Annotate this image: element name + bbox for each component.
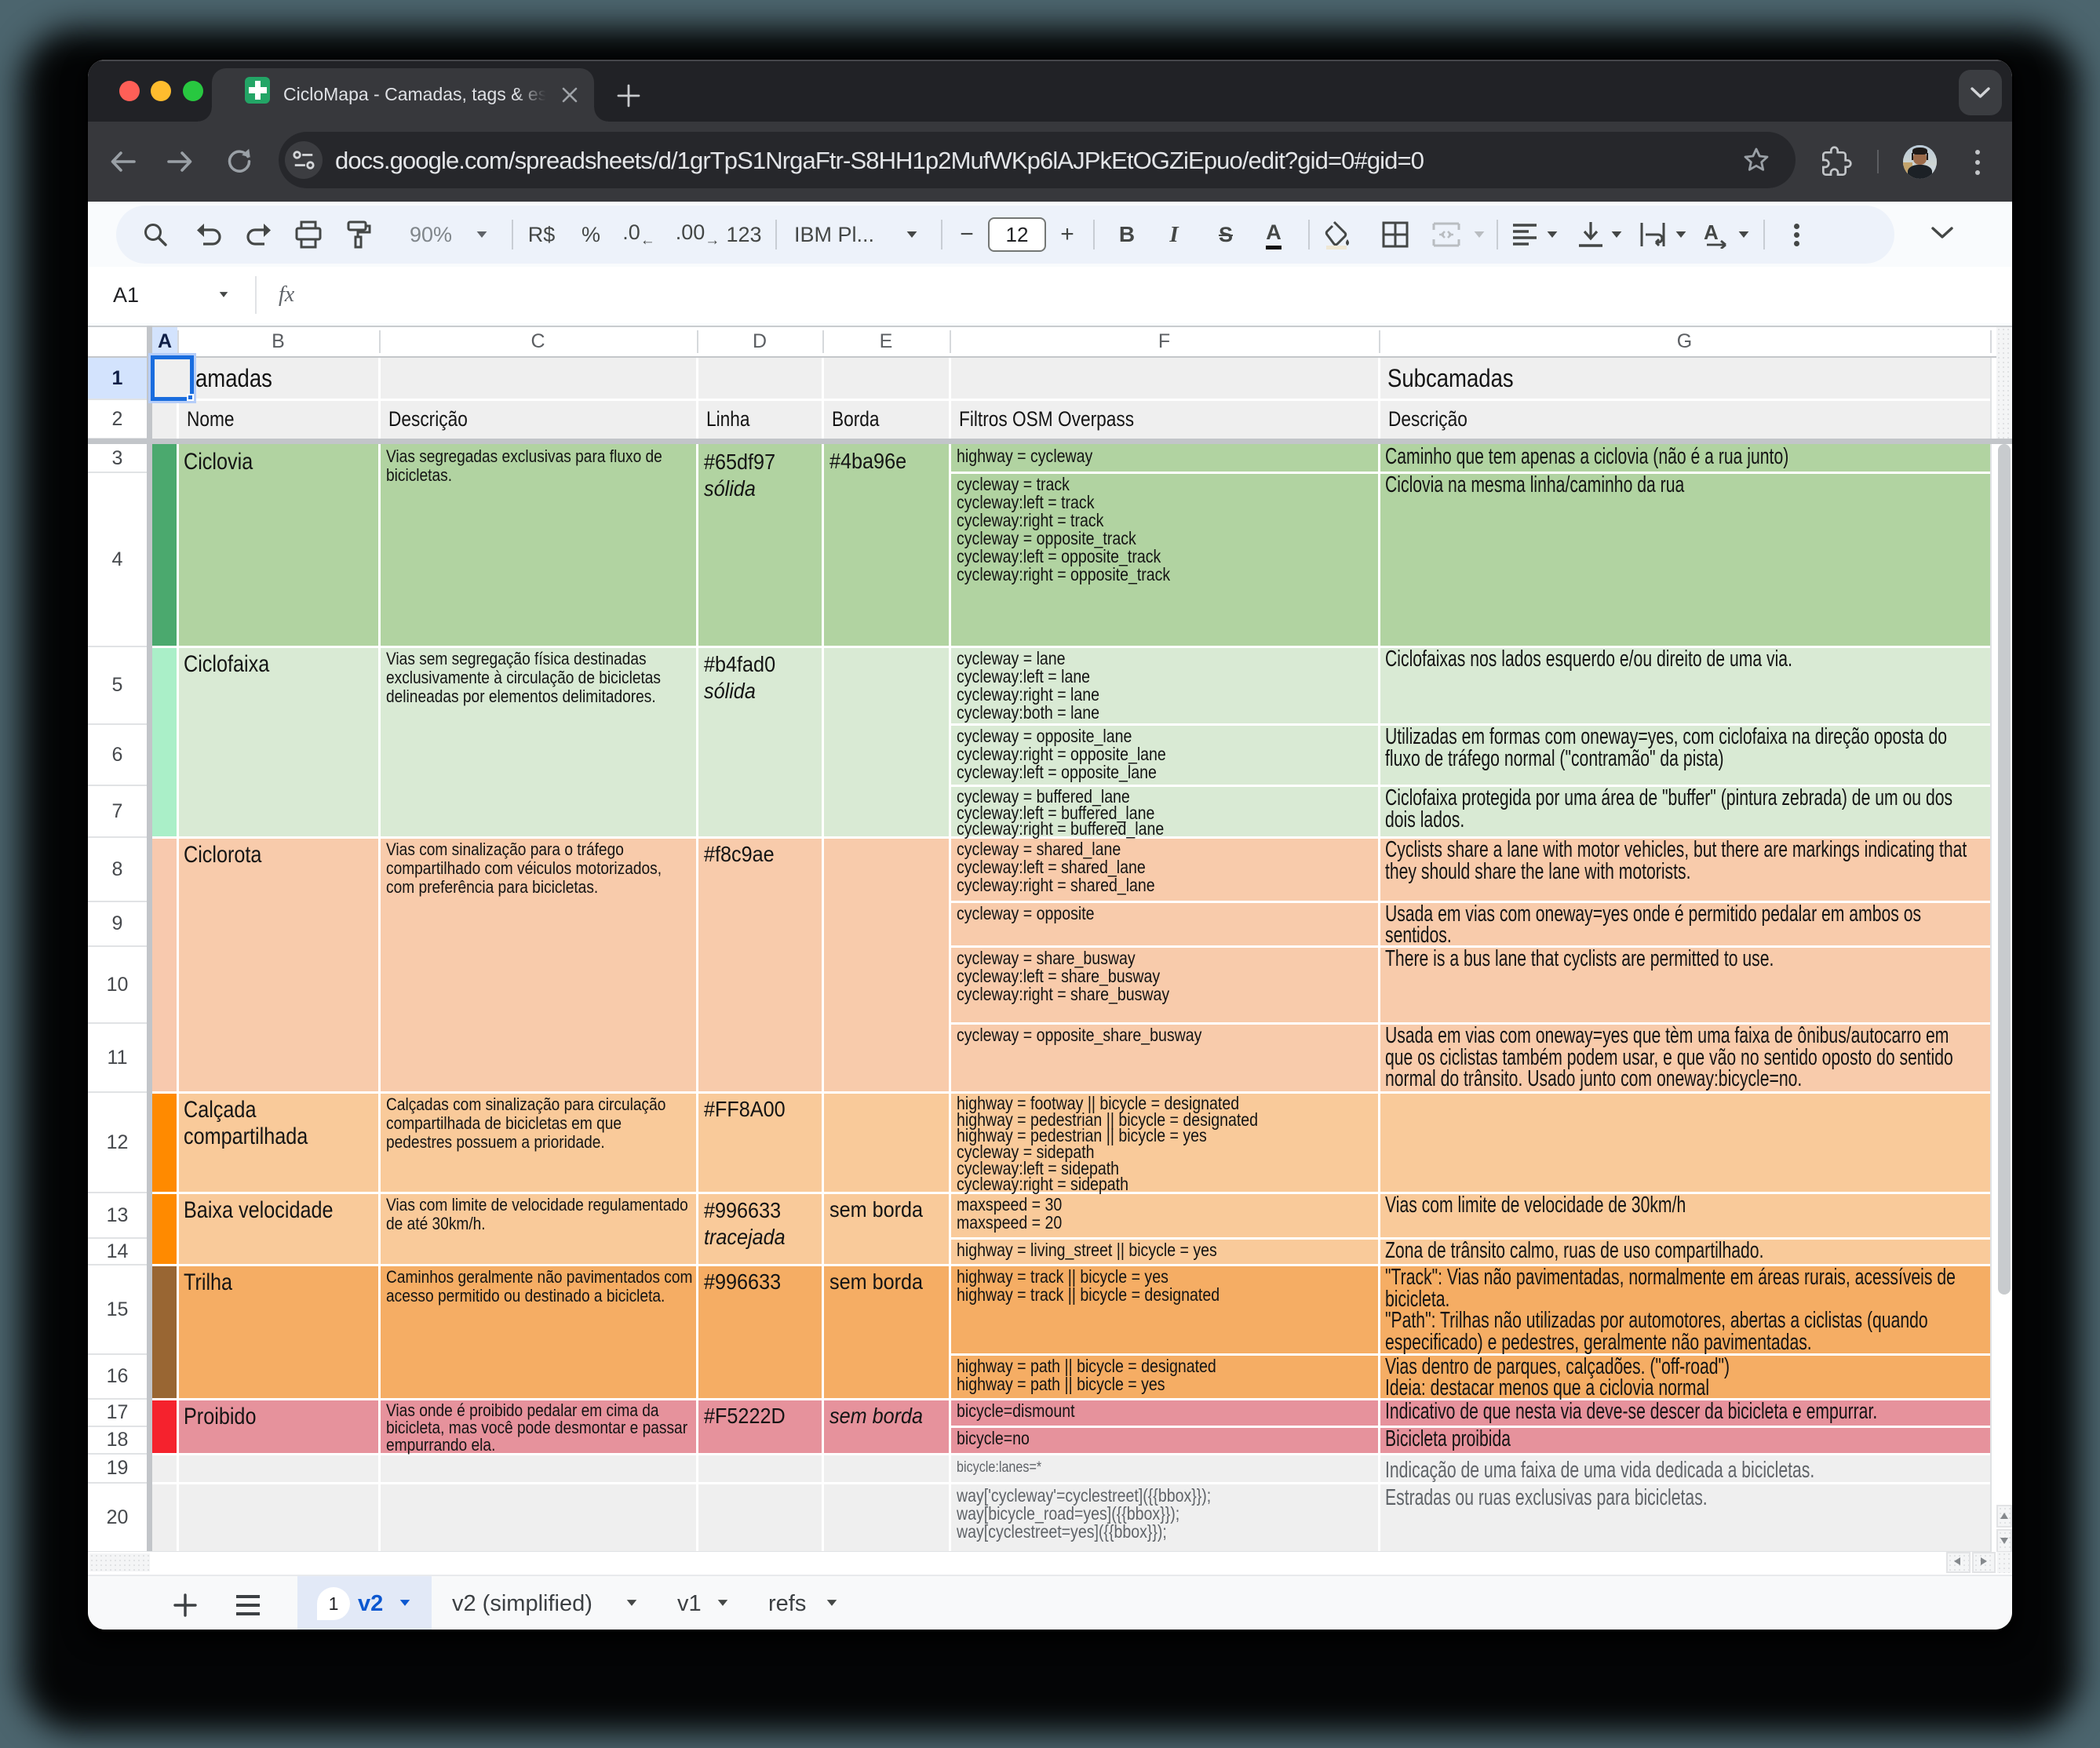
svg-text:A: A — [1704, 220, 1719, 244]
